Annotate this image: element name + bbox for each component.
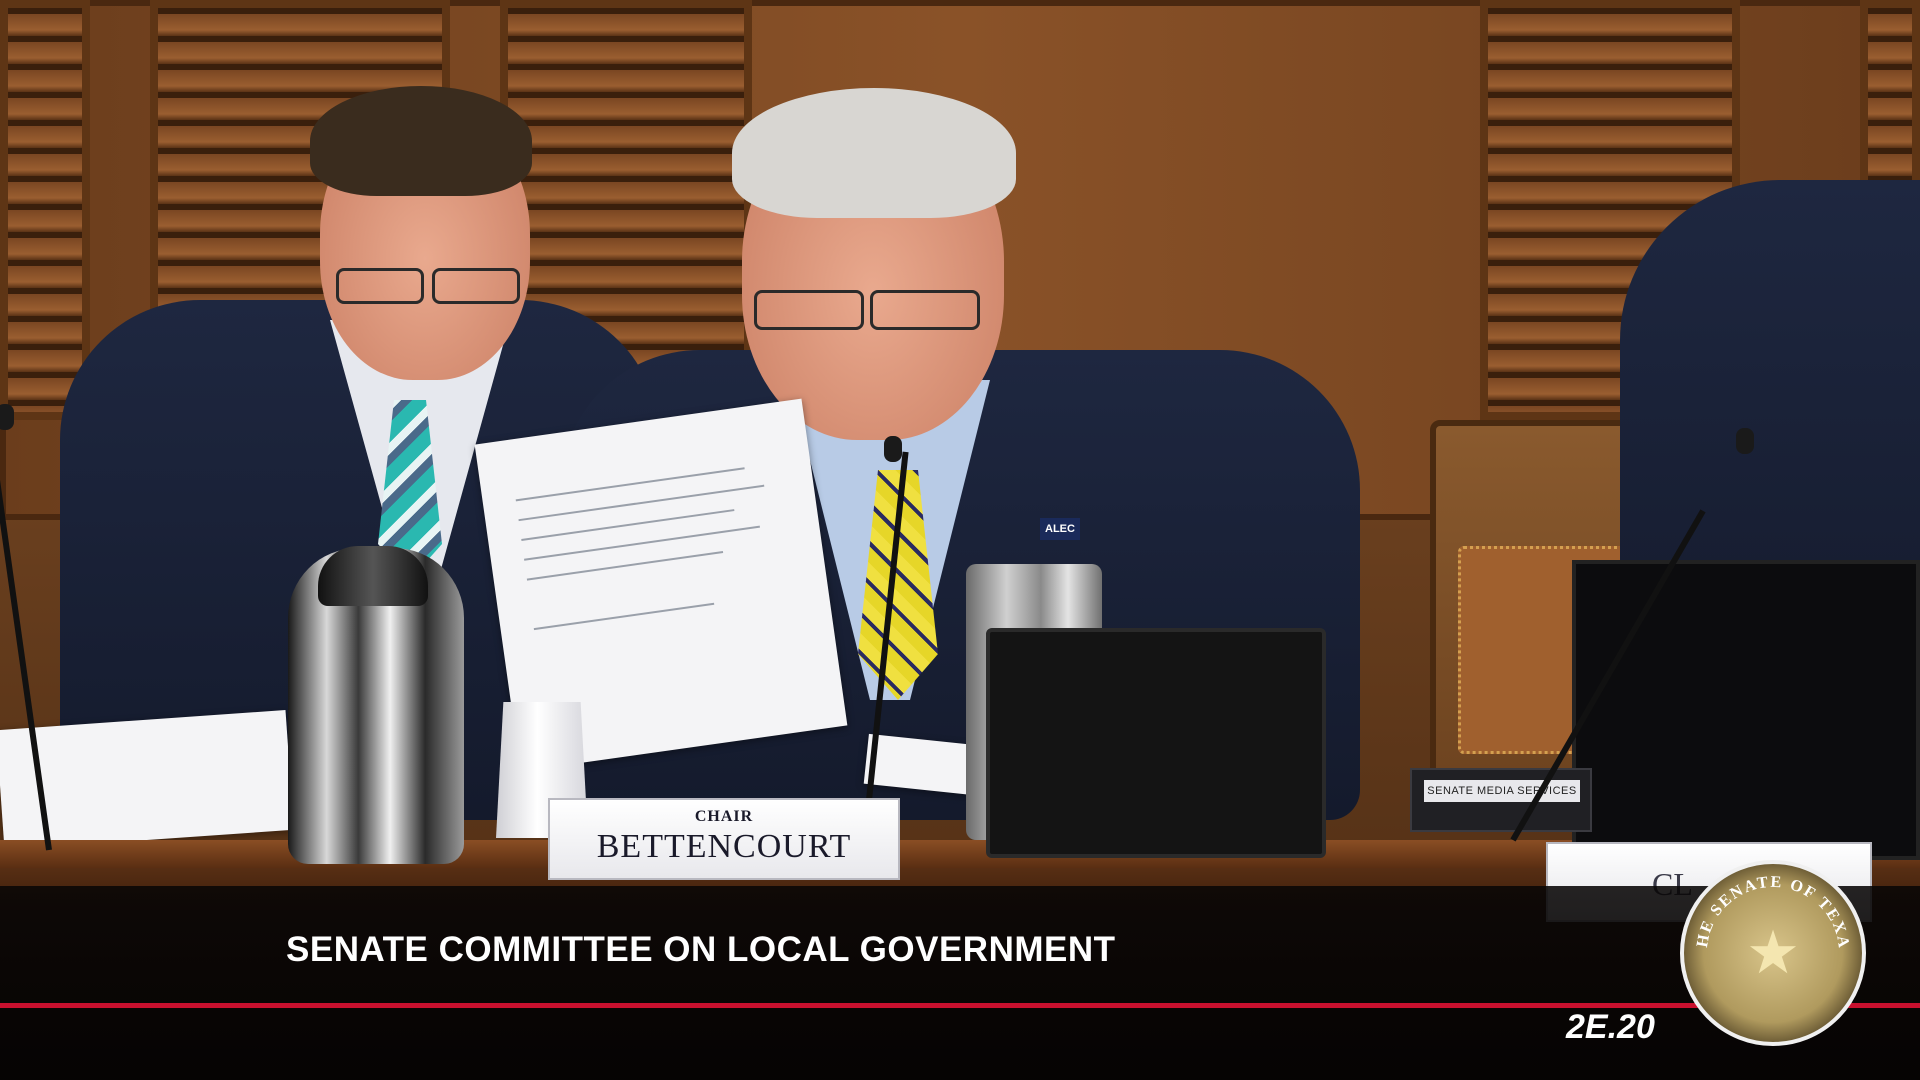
person-chair-glasses-right [870, 290, 980, 330]
person-chair-glasses [754, 290, 864, 330]
laptop [1572, 560, 1920, 860]
lapel-pin: ALEC [1040, 518, 1080, 540]
nameplate-name: BETTENCOURT [596, 828, 852, 865]
committee-caption: SENATE COMMITTEE ON LOCAL GOVERNMENT [286, 930, 1116, 969]
person-left-hair [310, 86, 532, 196]
senate-seal-logo: THE SENATE OF TEXAS ★ [1680, 860, 1866, 1046]
microphone-left-head [0, 404, 14, 430]
person-chair-hair [732, 88, 1016, 218]
media-device: SENATE MEDIA SERVICES [1410, 768, 1592, 832]
nameplate-title: CHAIR [694, 808, 754, 825]
window-shutter-far-right [1860, 0, 1920, 200]
room-code: 2E.20 [1566, 1008, 1655, 1046]
video-frame: ALEC SENATE MEDIA SERVICES CHAIR BETTENC… [0, 0, 1920, 1080]
carafe-lid [318, 546, 428, 606]
window-shutter-far-left [0, 0, 90, 420]
person-left-glasses [336, 268, 424, 304]
microphone-right-head [1736, 428, 1754, 454]
microphone-chair-head [884, 436, 902, 462]
media-label: SENATE MEDIA SERVICES [1424, 780, 1580, 802]
chair-nameplate: CHAIR BETTENCOURT [548, 798, 900, 880]
star-icon: ★ [1746, 919, 1800, 986]
lower-third-bar [0, 886, 1920, 1080]
person-left-glasses-right [432, 268, 520, 304]
desk-monitor [986, 628, 1326, 858]
